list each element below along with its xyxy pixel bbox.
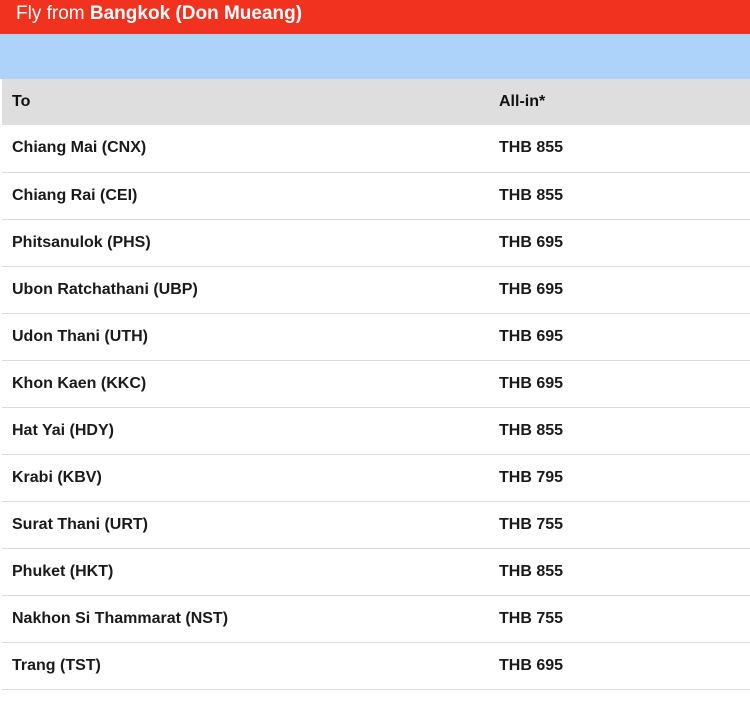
table-row: Nakhon Si Thammarat (NST) THB 755 — [2, 595, 750, 642]
price-cell: THB 695 — [499, 280, 564, 298]
table-row: Khon Kaen (KKC) THB 695 — [2, 360, 750, 407]
table-row: Phuket (HKT) THB 855 — [2, 548, 750, 595]
table-row: Krabi (KBV) THB 795 — [2, 454, 750, 501]
table-row: Trang (TST) THB 695 — [2, 642, 750, 689]
table-row: Chiang Rai (CEI) THB 855 — [2, 172, 750, 219]
destination-cell: Hat Yai (HDY) — [12, 421, 114, 439]
origin-city: Bangkok (Don Mueang) — [89, 3, 303, 24]
destination-cell: Phitsanulok (PHS) — [12, 233, 151, 251]
table-row: Surat Thani (URT) THB 755 — [2, 501, 750, 548]
price-cell: THB 755 — [499, 515, 564, 533]
blue-banner — [0, 34, 750, 79]
fare-table: To All-in* Chiang Mai (CNX) THB 855 Chia… — [2, 79, 750, 690]
destination-cell: Udon Thani (UTH) — [12, 327, 148, 345]
destination-cell: Krabi (KBV) — [12, 468, 102, 486]
destination-cell: Chiang Rai (CEI) — [12, 186, 138, 204]
table-row: Chiang Mai (CNX) THB 855 — [2, 125, 750, 172]
price-cell: THB 695 — [499, 327, 564, 345]
column-header-all-in: All-in* — [499, 93, 546, 110]
price-cell: THB 795 — [499, 468, 564, 486]
price-cell: THB 855 — [499, 139, 564, 157]
destination-cell: Nakhon Si Thammarat (NST) — [12, 609, 229, 627]
price-cell: THB 755 — [499, 609, 564, 627]
header-prefix: Fly from — [16, 3, 85, 24]
price-cell: THB 855 — [499, 421, 564, 439]
table-header-row: To All-in* — [2, 79, 750, 125]
table-row: Ubon Ratchathani (UBP) THB 695 — [2, 266, 750, 313]
destination-cell: Ubon Ratchathani (UBP) — [12, 280, 198, 298]
table-row: Hat Yai (HDY) THB 855 — [2, 407, 750, 454]
price-cell: THB 695 — [499, 374, 564, 392]
price-cell: THB 695 — [499, 656, 564, 674]
column-header-to: To — [12, 93, 31, 110]
table-row: Udon Thani (UTH) THB 695 — [2, 313, 750, 360]
route-header: Fly from Bangkok (Don Mueang) — [0, 0, 750, 34]
price-cell: THB 855 — [499, 562, 564, 580]
price-cell: THB 695 — [499, 233, 564, 251]
table-row: Phitsanulok (PHS) THB 695 — [2, 219, 750, 266]
price-cell: THB 855 — [499, 186, 564, 204]
destination-cell: Phuket (HKT) — [12, 562, 114, 580]
destination-cell: Trang (TST) — [12, 656, 101, 674]
destination-cell: Khon Kaen (KKC) — [12, 374, 147, 392]
destination-cell: Chiang Mai (CNX) — [12, 139, 147, 157]
destination-cell: Surat Thani (URT) — [12, 515, 148, 533]
